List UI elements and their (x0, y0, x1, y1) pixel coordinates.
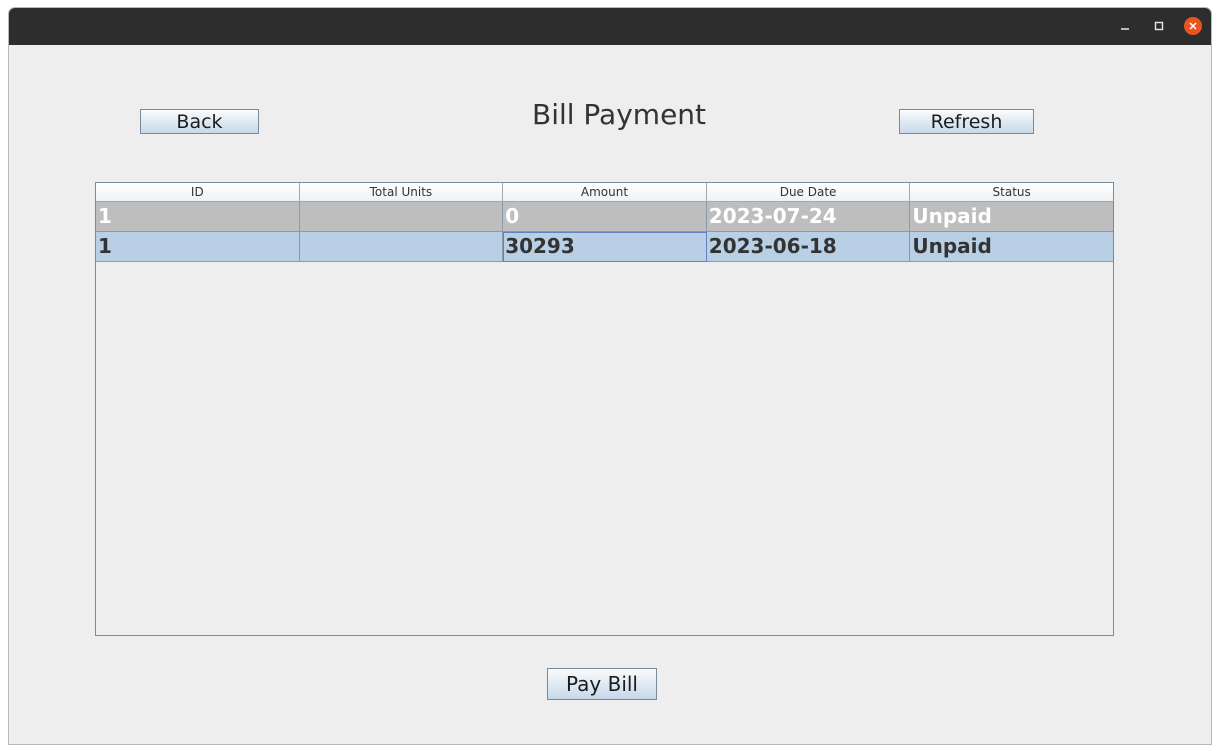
minimize-button[interactable] (1116, 17, 1134, 35)
pay-bill-button[interactable]: Pay Bill (547, 668, 657, 700)
title-bar (9, 8, 1211, 45)
cell-due-date[interactable]: 2023-07-24 (706, 202, 911, 232)
column-header-id[interactable]: ID (96, 183, 300, 201)
cell-status[interactable]: Unpaid (910, 232, 1113, 262)
app-window: Back Bill Payment Refresh ID Total Units… (9, 8, 1211, 744)
bill-table[interactable]: ID Total Units Amount Due Date Status 1 … (95, 182, 1114, 636)
main-panel: Back Bill Payment Refresh ID Total Units… (9, 45, 1211, 744)
table-header: ID Total Units Amount Due Date Status (96, 183, 1113, 202)
page-title: Bill Payment (531, 98, 707, 131)
cell-id[interactable]: 1 (96, 202, 300, 232)
close-icon (1189, 22, 1197, 30)
cell-total-units[interactable] (299, 232, 504, 262)
cell-amount[interactable]: 0 (503, 202, 707, 232)
column-header-due-date[interactable]: Due Date (707, 183, 911, 201)
table-row[interactable]: 1 0 2023-07-24 Unpaid (96, 202, 1113, 232)
column-header-amount[interactable]: Amount (503, 183, 707, 201)
cell-total-units[interactable] (299, 202, 504, 232)
cell-id[interactable]: 1 (96, 232, 300, 262)
back-button[interactable]: Back (140, 109, 259, 134)
cell-status[interactable]: Unpaid (910, 202, 1113, 232)
column-header-total-units[interactable]: Total Units (300, 183, 504, 201)
cell-amount-focused[interactable]: 30293 (503, 232, 707, 262)
maximize-icon (1154, 21, 1164, 31)
column-header-status[interactable]: Status (910, 183, 1113, 201)
close-button[interactable] (1184, 17, 1202, 35)
table-row-selected[interactable]: 1 30293 2023-06-18 Unpaid (96, 232, 1113, 262)
minimize-icon (1121, 28, 1129, 30)
cell-due-date[interactable]: 2023-06-18 (706, 232, 911, 262)
refresh-button[interactable]: Refresh (899, 109, 1034, 134)
maximize-button[interactable] (1150, 17, 1168, 35)
